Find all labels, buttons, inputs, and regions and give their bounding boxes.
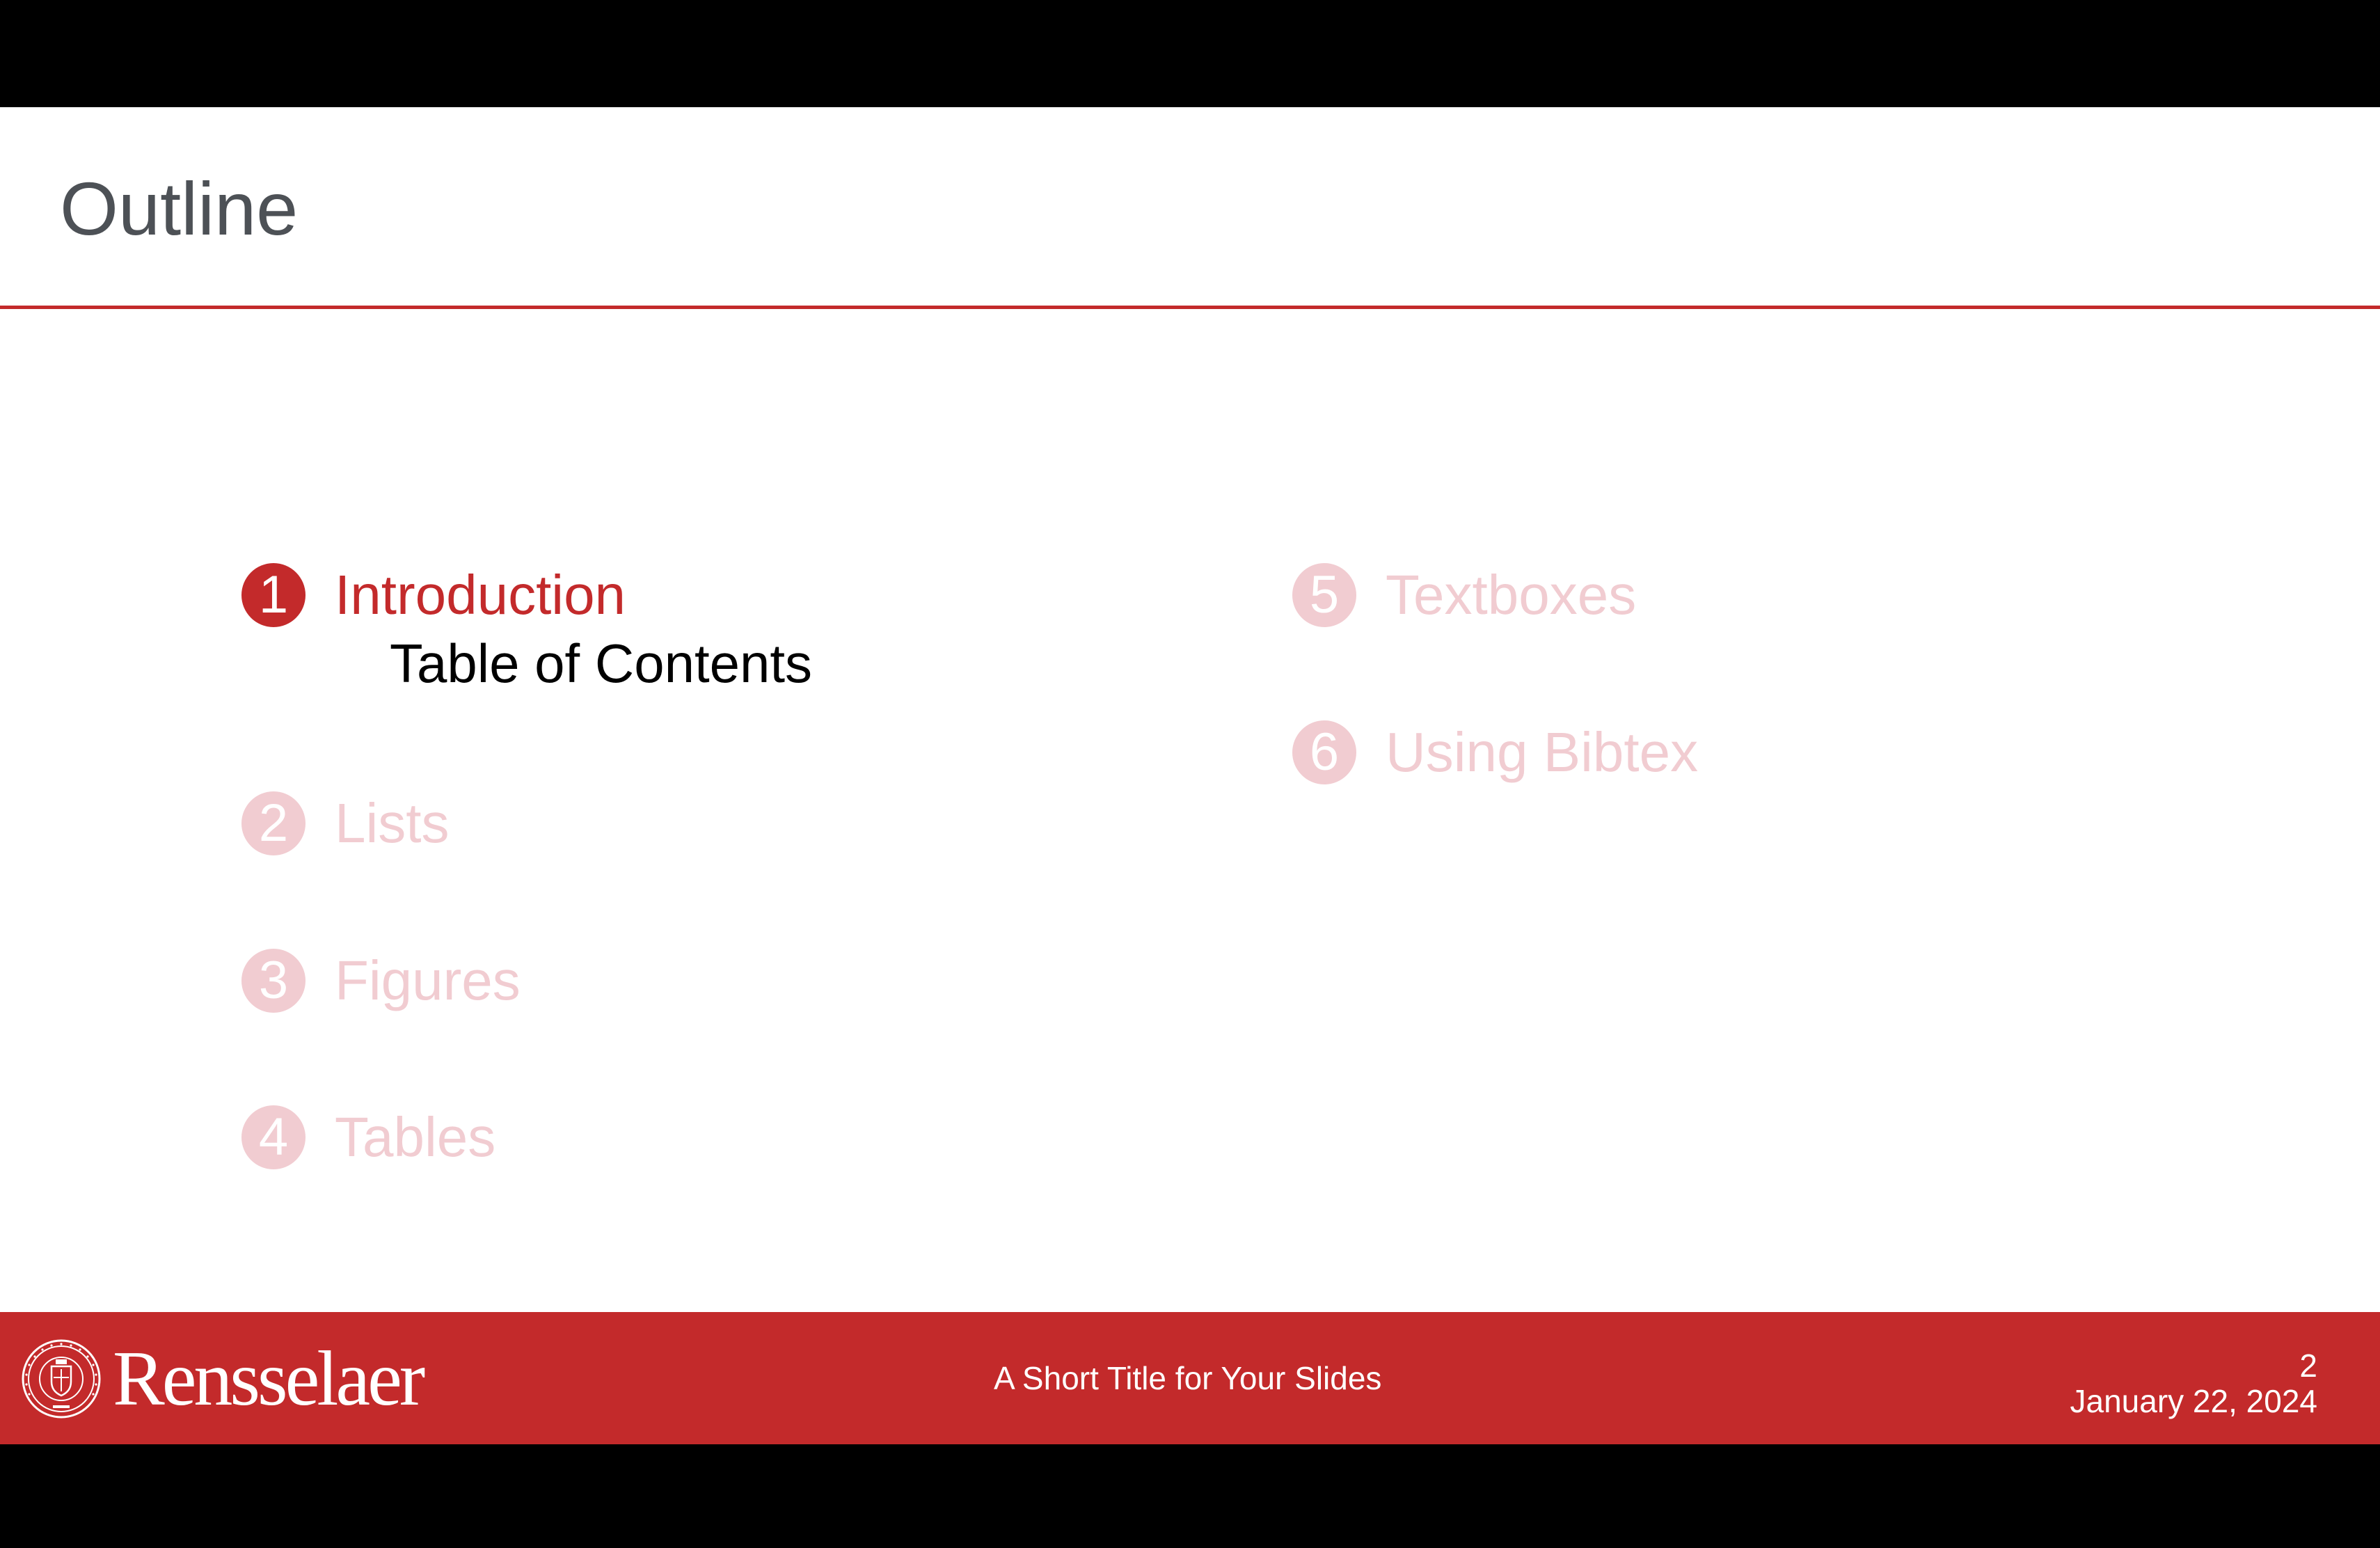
footer-short-title: A Short Title for Your Slides xyxy=(994,1360,1382,1396)
slide-title: Outline xyxy=(60,166,299,251)
toc-subsection-table-of-contents[interactable]: Table of Contents xyxy=(390,636,812,690)
toc-item-tables[interactable]: 4 Tables xyxy=(241,1105,495,1169)
rensselaer-logo: Rensselaer xyxy=(21,1336,425,1422)
toc-item-textboxes[interactable]: 5 Textboxes xyxy=(1292,563,1636,627)
title-divider xyxy=(0,306,2380,309)
toc-item-label: Lists xyxy=(335,792,450,854)
slide: Outline 1 Introduction Table of Contents… xyxy=(0,107,2380,1444)
institute-seal-icon xyxy=(22,1339,101,1419)
toc-number-badge: 3 xyxy=(241,949,306,1013)
toc-item-lists[interactable]: 2 Lists xyxy=(241,791,450,855)
toc-number-badge: 2 xyxy=(241,791,306,855)
toc-item-using-bibtex[interactable]: 6 Using Bibtex xyxy=(1292,720,1698,784)
toc-item-label: Textboxes xyxy=(1386,564,1637,626)
toc-item-label: Figures xyxy=(335,949,521,1011)
page-number: 2 xyxy=(2299,1348,2317,1384)
toc-item-figures[interactable]: 3 Figures xyxy=(241,949,521,1013)
toc-number-badge: 4 xyxy=(241,1105,306,1169)
toc-number-badge: 1 xyxy=(241,563,306,627)
footer-page-info: 2 January 22, 2024 xyxy=(2070,1348,2318,1419)
letterbox-bottom xyxy=(0,1444,2380,1548)
footer-date: January 22, 2024 xyxy=(2070,1382,2318,1419)
toc-number-badge: 6 xyxy=(1292,720,1356,784)
toc-item-label: Using Bibtex xyxy=(1386,721,1699,783)
rensselaer-wordmark: Rensselaer xyxy=(113,1336,425,1422)
toc-item-label: Tables xyxy=(335,1106,496,1168)
slide-footer: Rensselaer A Short Title for Your Slides… xyxy=(0,1312,2380,1444)
letterbox-top xyxy=(0,0,2380,107)
toc-item-introduction[interactable]: 1 Introduction xyxy=(241,563,626,627)
toc-item-label: Introduction xyxy=(335,564,626,626)
toc-number-badge: 5 xyxy=(1292,563,1356,627)
